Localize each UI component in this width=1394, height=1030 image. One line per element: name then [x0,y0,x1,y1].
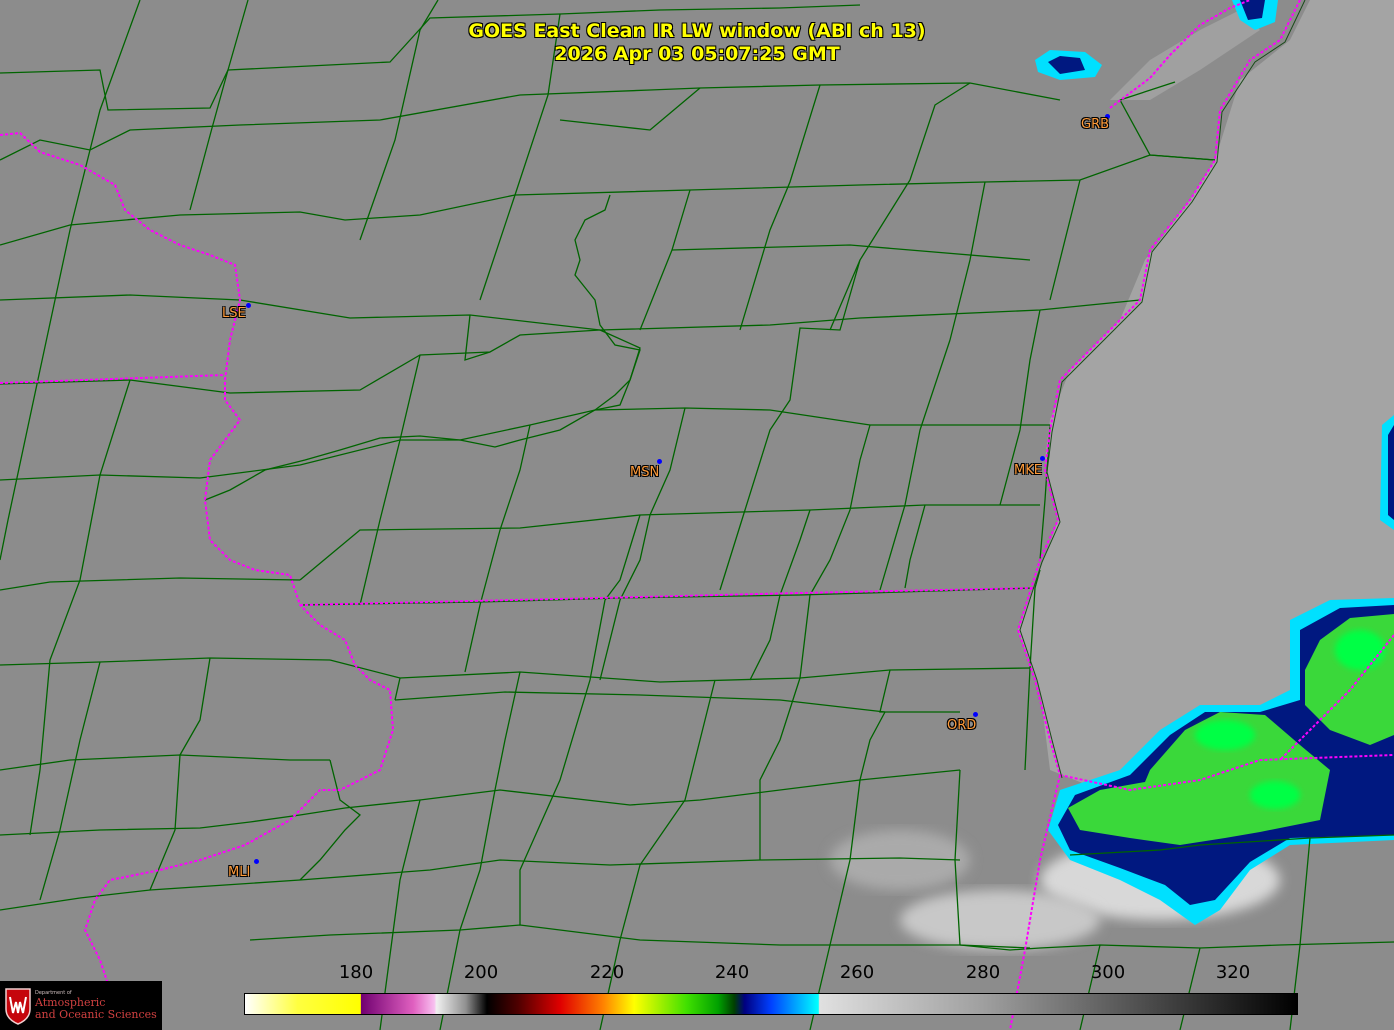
cloud-bright-core [1335,630,1385,670]
colorbar-tick-label: 260 [839,962,875,983]
uw-shield-icon [5,988,31,1025]
station-label-ord: ORD [947,718,977,733]
cloud-bright-core [1250,781,1300,809]
station-dot-mli [254,859,259,864]
cloud-streak [900,890,1100,950]
logo-line2-text: and Oceanic Sciences [35,1008,157,1021]
colorbar-tick-label: 180 [338,962,374,983]
temperature-colorbar [244,993,1298,1015]
image-timestamp: 2026 Apr 03 05:07:25 GMT [554,43,840,65]
cloud-right-edge [1388,425,1394,520]
colorbar-tick-label: 300 [1090,962,1126,983]
station-dot-ord [973,712,978,717]
satellite-image-viewer: GOES East Clean IR LW window (ABI ch 13)… [0,0,1394,1030]
satellite-map [0,0,1394,1030]
station-dot-mke [1040,456,1045,461]
colorbar-tick-label: 200 [463,962,499,983]
station-label-lse: LSE [222,306,246,321]
colorbar-tick-label: 240 [714,962,750,983]
station-dot-msn [657,459,662,464]
station-label-msn: MSN [630,465,660,480]
colorbar-tick-label: 220 [589,962,625,983]
station-label-grb: GRB [1081,117,1110,132]
station-label-mli: MLI [228,865,251,880]
colorbar-tick-label: 280 [965,962,1001,983]
image-title: GOES East Clean IR LW window (ABI ch 13) [468,20,926,42]
station-label-mke: MKE [1014,463,1042,478]
station-dot-lse [246,303,251,308]
aos-logo: Department of Atmospheric and Oceanic Sc… [0,981,162,1030]
cloud-bright-core [1195,720,1255,750]
colorbar-tick-label: 320 [1215,962,1251,983]
